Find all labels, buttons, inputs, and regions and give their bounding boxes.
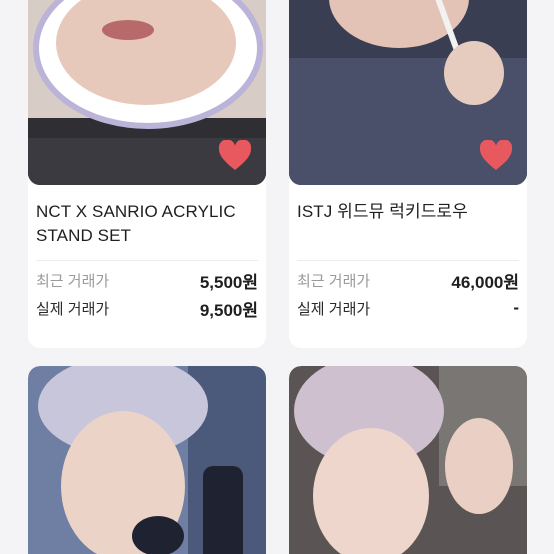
product-photo[interactable]: [28, 366, 266, 554]
product-card[interactable]: [289, 366, 527, 554]
product-card[interactable]: [28, 366, 266, 554]
actual-price-row: 실제 거래가 -: [297, 296, 519, 320]
like-heart-icon[interactable]: [218, 140, 252, 172]
like-heart-icon[interactable]: [479, 140, 513, 172]
product-card[interactable]: NCT X SANRIO ACRYLIC STAND SET 최근 거래가 5,…: [28, 0, 266, 348]
product-photo[interactable]: [289, 366, 527, 554]
product-title-line: STAND SET: [36, 226, 132, 245]
product-title[interactable]: ISTJ 위드뮤 럭키드로우: [297, 200, 525, 224]
actual-price-value: -: [513, 298, 519, 317]
product-card[interactable]: ISTJ 위드뮤 럭키드로우 최근 거래가 46,000원 실제 거래가 -: [289, 0, 527, 348]
recent-price-row: 최근 거래가 5,500원: [36, 268, 258, 292]
product-title-line: NCT X SANRIO ACRYLIC: [36, 202, 236, 221]
actual-price-row: 실제 거래가 9,500원: [36, 296, 258, 320]
divider: [36, 260, 258, 261]
recent-price-value: 5,500원: [199, 272, 258, 292]
recent-price-label: 최근 거래가: [297, 272, 371, 290]
actual-price-label: 실제 거래가: [36, 300, 110, 318]
product-photo[interactable]: [28, 0, 266, 185]
recent-price-row: 최근 거래가 46,000원: [297, 268, 519, 292]
divider: [297, 260, 519, 261]
product-title-line: ISTJ 위드뮤 럭키드로우: [297, 202, 468, 221]
actual-price-value: 9,500원: [199, 300, 258, 320]
product-photo[interactable]: [289, 0, 527, 185]
actual-price-label: 실제 거래가: [297, 300, 371, 318]
recent-price-label: 최근 거래가: [36, 272, 110, 290]
recent-price-value: 46,000원: [451, 272, 519, 292]
product-title[interactable]: NCT X SANRIO ACRYLIC STAND SET: [36, 200, 264, 248]
